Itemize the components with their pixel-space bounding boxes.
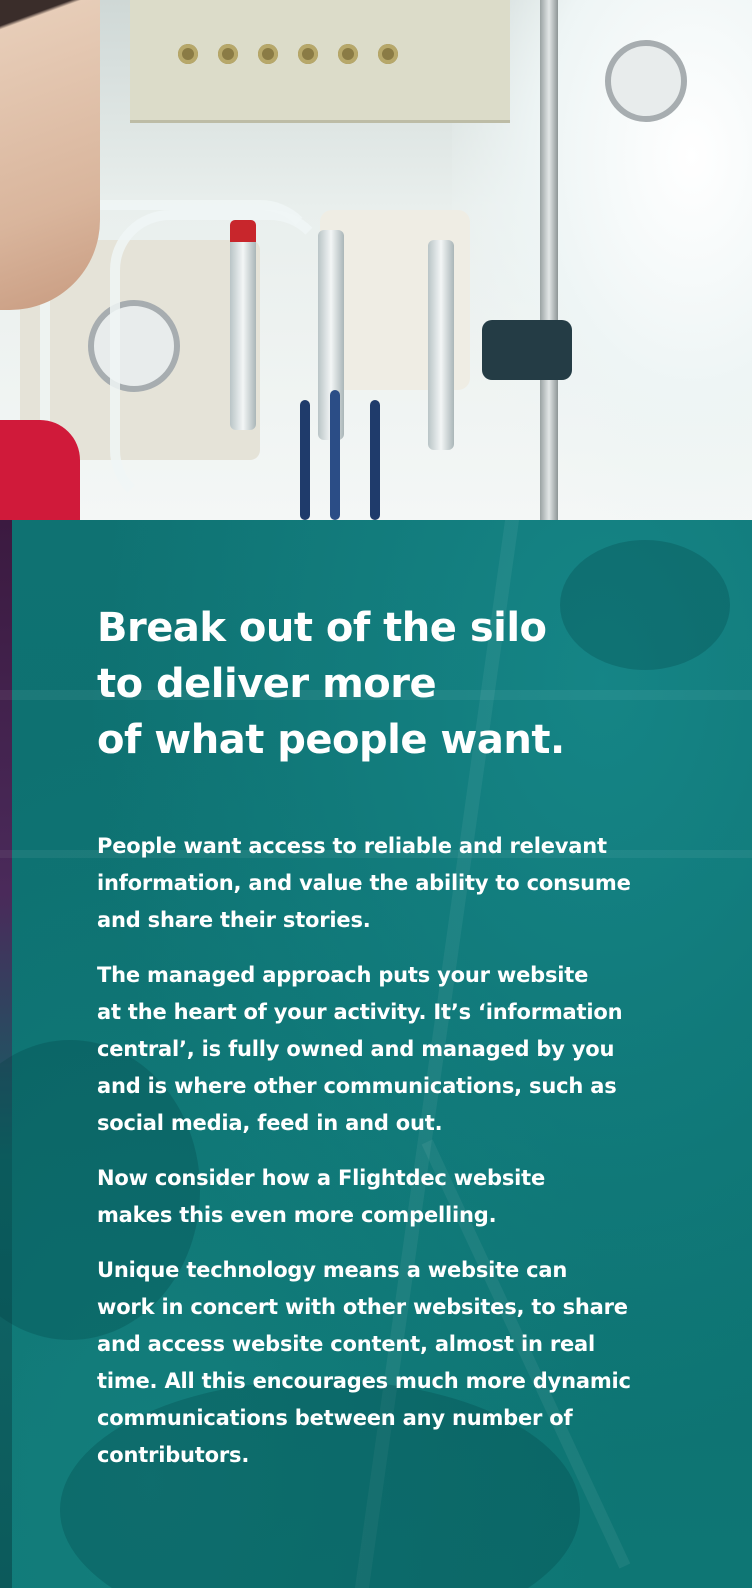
- paragraph-line: central’, is fully owned and managed by …: [97, 1037, 615, 1061]
- pole-clamp: [482, 320, 572, 380]
- paragraph-line: at the heart of your activity. It’s ‘inf…: [97, 1000, 623, 1024]
- paragraph-line: People want access to reliable and relev…: [97, 834, 607, 858]
- paragraph-line: communications between any number of: [97, 1406, 573, 1430]
- cable: [370, 400, 380, 520]
- flowmeter: [428, 240, 454, 450]
- headline-line: Break out of the silo: [97, 605, 547, 651]
- tubing: [110, 210, 330, 510]
- paragraph-line: makes this even more compelling.: [97, 1203, 497, 1227]
- paragraph-line: contributors.: [97, 1443, 250, 1467]
- paragraph-line: time. All this encourages much more dyna…: [97, 1369, 631, 1393]
- paragraph-line: information, and value the ability to co…: [97, 871, 631, 895]
- knob: [178, 44, 198, 64]
- paragraph-intro: People want access to reliable and relev…: [97, 828, 657, 939]
- hero-photo: [0, 0, 752, 520]
- knob: [218, 44, 238, 64]
- left-edge-strip: [0, 520, 12, 1588]
- paragraph-line: and access website content, almost in re…: [97, 1332, 595, 1356]
- caregiver-shirt: [0, 420, 80, 520]
- paragraph-line: Unique technology means a website can: [97, 1258, 568, 1282]
- cable: [300, 400, 310, 520]
- dial-gauge: [605, 40, 687, 122]
- headline-line: of what people want.: [97, 717, 565, 763]
- paragraph-line: Now consider how a Flightdec website: [97, 1166, 546, 1190]
- monitor-unit: [130, 0, 510, 123]
- text-content: Break out of the silo to deliver more of…: [97, 600, 657, 1492]
- paragraph-technology: Unique technology means a website can wo…: [97, 1252, 657, 1474]
- knob: [378, 44, 398, 64]
- knob: [338, 44, 358, 64]
- headline: Break out of the silo to deliver more of…: [97, 600, 657, 768]
- iv-pole: [540, 0, 558, 520]
- paragraph-line: social media, feed in and out.: [97, 1111, 443, 1135]
- caregiver-figure: [0, 0, 100, 310]
- paragraph-line: The managed approach puts your website: [97, 963, 589, 987]
- knob: [298, 44, 318, 64]
- paragraph-line: and is where other communications, such …: [97, 1074, 617, 1098]
- paragraph-managed-approach: The managed approach puts your website a…: [97, 957, 657, 1142]
- paragraph-line: work in concert with other websites, to …: [97, 1295, 628, 1319]
- headline-line: to deliver more: [97, 661, 437, 707]
- paragraph-line: and share their stories.: [97, 908, 371, 932]
- knob: [258, 44, 278, 64]
- paragraph-flightdec: Now consider how a Flightdec website mak…: [97, 1160, 657, 1234]
- cable: [330, 390, 340, 520]
